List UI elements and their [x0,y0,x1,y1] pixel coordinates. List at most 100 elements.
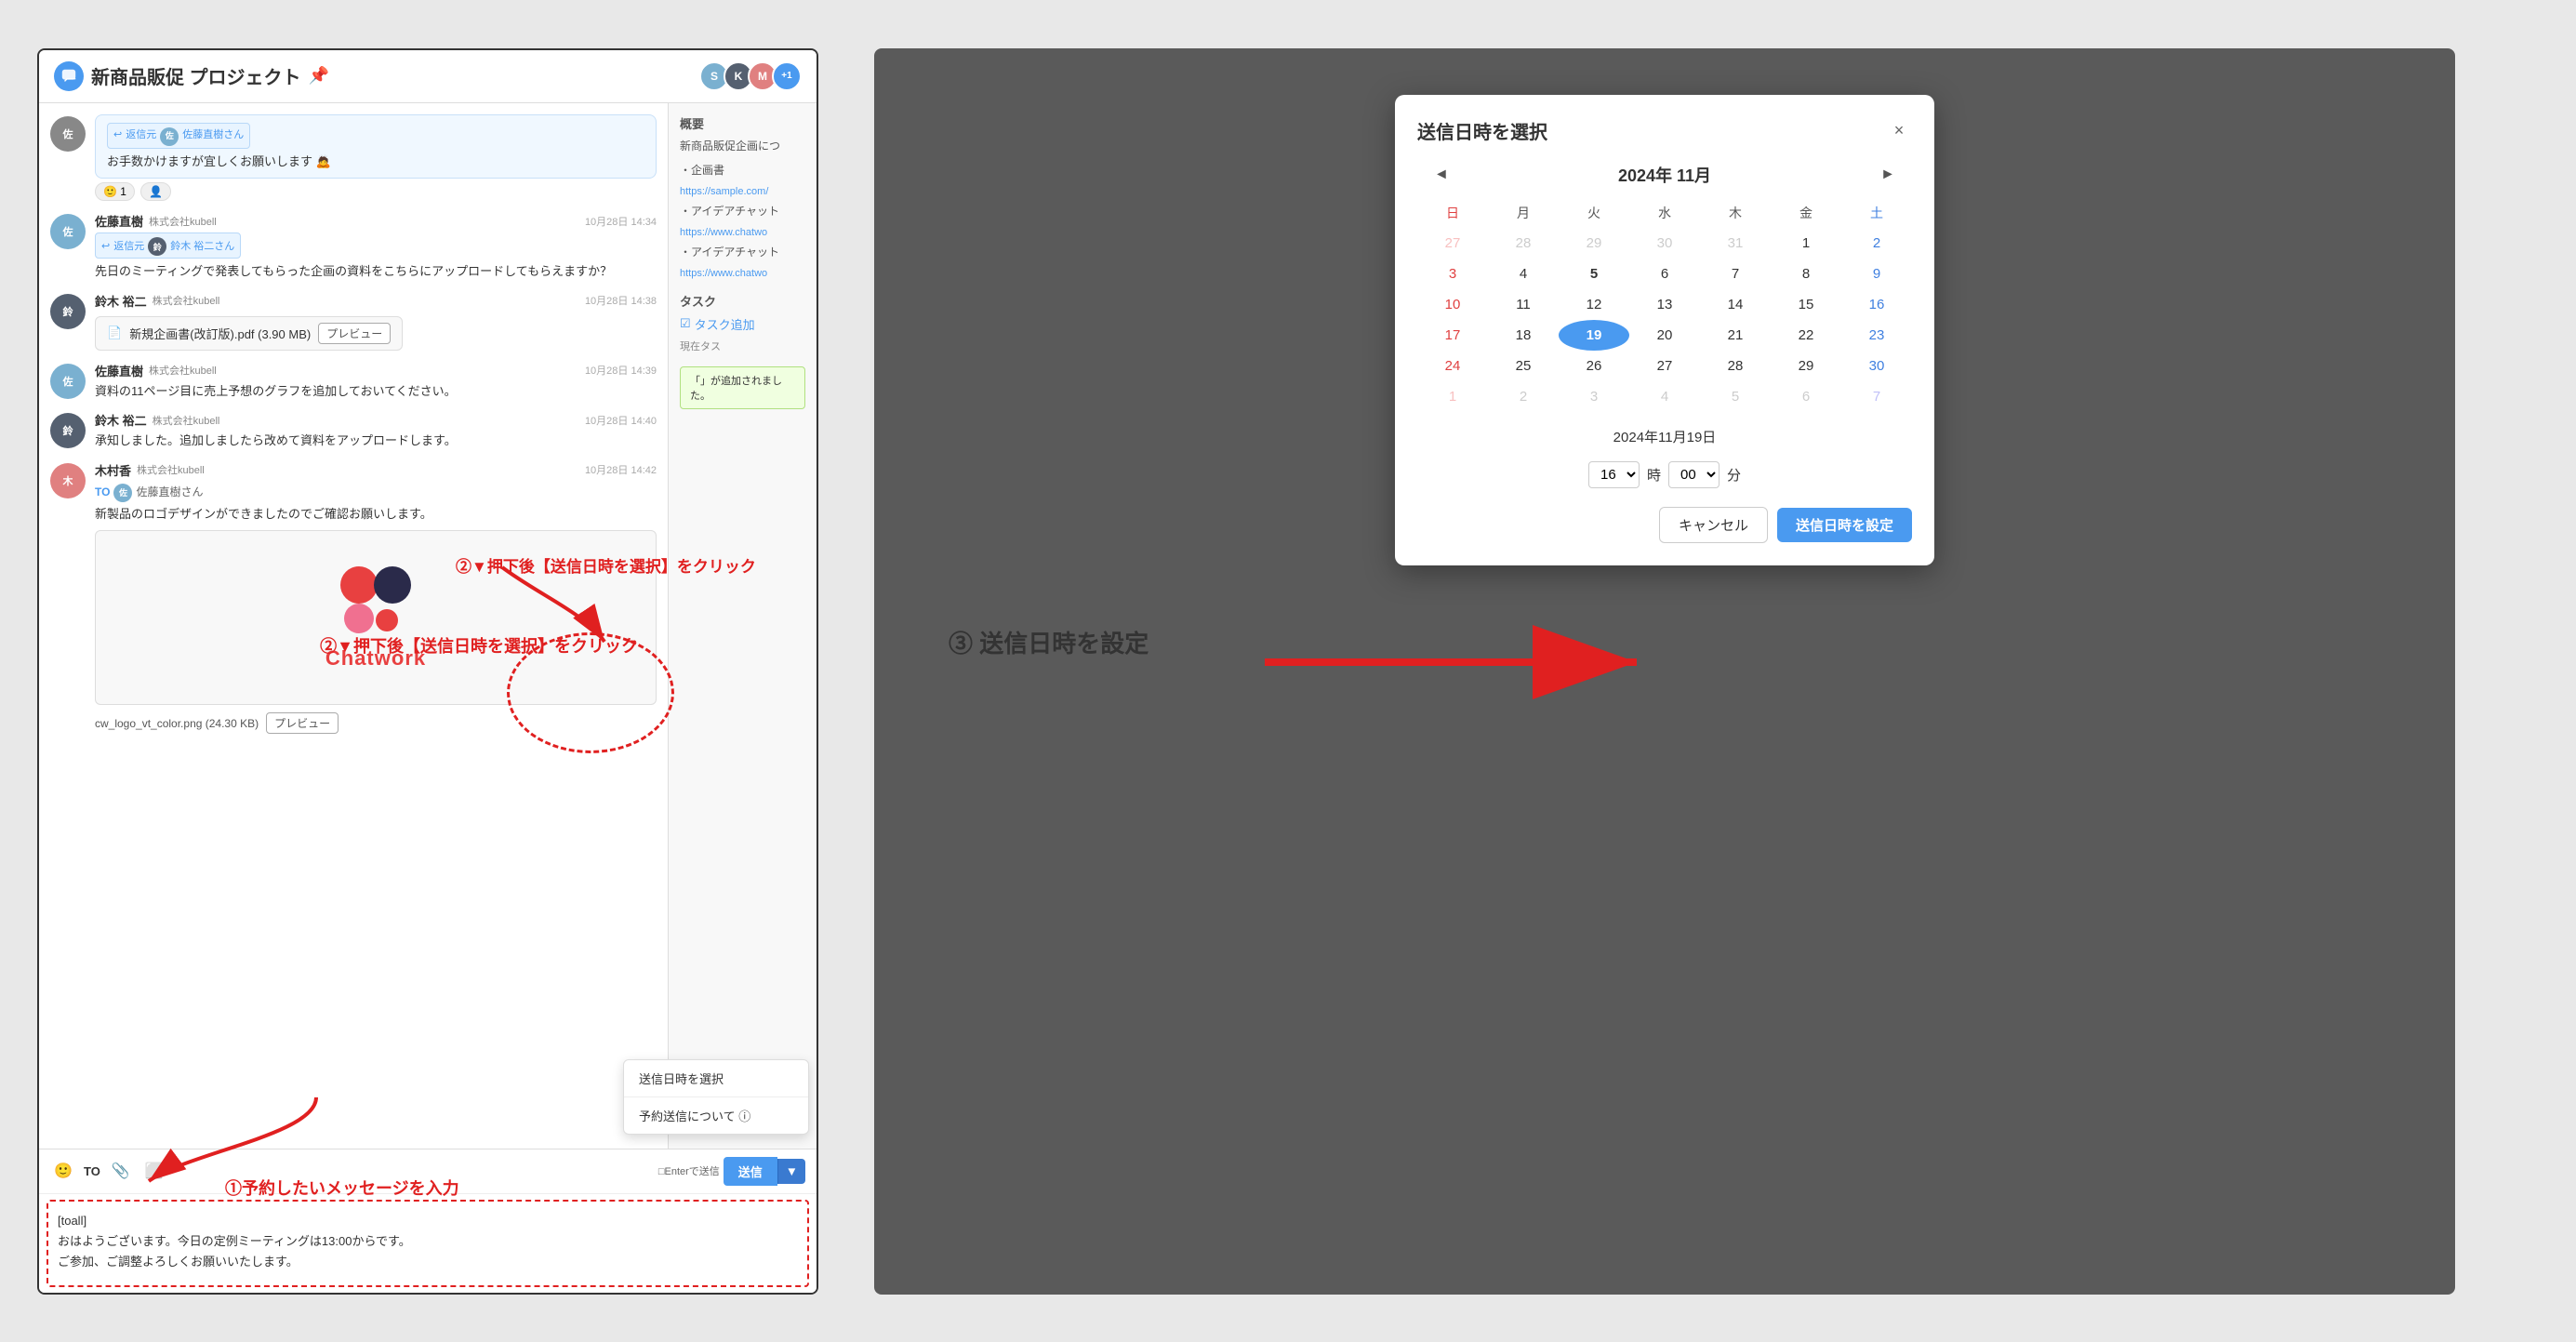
attachment-btn[interactable]: 📎 [108,1158,134,1184]
calendar-day[interactable]: 28 [1488,228,1559,259]
msg-time: 10月28日 14:38 [585,293,657,308]
msg-header: 佐藤直樹 株式会社kubell 10月28日 14:34 [95,212,657,230]
send-btn-group: □Enterで送信 送信 ▼ [658,1157,805,1186]
calendar-day[interactable]: 4 [1488,259,1559,289]
minute-select[interactable]: 00 [1668,461,1720,488]
calendar-day[interactable]: 29 [1559,228,1629,259]
calendar-day[interactable]: 6 [1771,381,1841,412]
emoji-btn[interactable]: 🙂 [50,1158,76,1184]
reaction-btn[interactable]: 🙂 1 [95,182,135,201]
sidebar-tasks: タスク ☑ タスク追加 現在タス [680,292,805,353]
msg-name: 佐藤直樹 [95,212,143,230]
calendar-day[interactable]: 14 [1700,289,1771,320]
reply-badge: ↩ 返信元 佐 佐藤直樹さん [107,123,250,149]
calendar-day[interactable]: 5 [1700,381,1771,412]
calendar-day[interactable]: 12 [1559,289,1629,320]
msg-content: 鈴木 裕二 株式会社kubell 10月28日 14:40 承知しました。追加し… [95,411,657,450]
calendar-day[interactable]: 4 [1629,381,1700,412]
calendar-day[interactable]: 7 [1841,381,1912,412]
calendar-day[interactable]: 7 [1700,259,1771,289]
calendar-day[interactable]: 9 [1841,259,1912,289]
calendar-day[interactable]: 1 [1417,381,1488,412]
reaction-bar: 🙂 1 👤 [95,182,657,201]
msg-name: 佐藤直樹 [95,362,143,379]
calendar-day[interactable]: 21 [1700,320,1771,351]
msg-bubble: ↩ 返信元 佐 佐藤直樹さん お手数かけますが宜しくお願いします 🙇 [95,114,657,179]
message-item: 鈴 鈴木 裕二 株式会社kubell 10月28日 14:40 承知しました。追… [50,411,657,450]
calendar-day[interactable]: 10 [1417,289,1488,320]
to-label: TO [95,485,110,498]
calendar-day[interactable]: 8 [1771,259,1841,289]
calendar-day[interactable]: 3 [1417,259,1488,289]
about-schedule-item[interactable]: 予約送信について ⓘ [624,1097,808,1134]
calendar-day[interactable]: 2 [1841,228,1912,259]
calendar-day[interactable]: 26 [1559,351,1629,381]
sidebar-idea-link2[interactable]: https://www.chatwo [680,268,805,279]
hour-select[interactable]: 16 [1588,461,1640,488]
message-with-avatar: 鈴 鈴木 裕二 株式会社kubell 10月28日 14:38 📄 新規企画書(… [50,292,657,351]
calendar-day[interactable]: 1 [1771,228,1841,259]
calendar-day[interactable]: 31 [1700,228,1771,259]
calendar-day[interactable]: 22 [1771,320,1841,351]
notification-bar: 「」が追加されました。 [680,366,805,409]
compose-text-area[interactable]: [toall] おはようございます。今日の定例ミーティングは13:00からです。… [48,1202,807,1285]
sidebar-idea-label2: ・アイデアチャット [680,244,805,260]
calendar-day[interactable]: 17 [1417,320,1488,351]
current-tasks-label: 現在タス [680,339,805,353]
message-item: 佐 佐藤直樹 株式会社kubell 10月28日 14:39 資料の11ページ目… [50,362,657,401]
sidebar-planning-link[interactable]: https://sample.com/ [680,186,805,197]
calendar-day[interactable]: 30 [1629,228,1700,259]
calendar-day[interactable]: 15 [1771,289,1841,320]
chat-messages: 佐 ↩ 返信元 佐 佐藤直樹さん お手数かけますが宜しくお願いします 🙇 [39,103,668,1149]
calendar-day[interactable]: 11 [1488,289,1559,320]
msg-name: 木村香 [95,461,131,479]
image-preview-area: Chatwork [95,530,657,705]
image-preview-btn[interactable]: プレビュー [266,712,339,734]
sidebar-task-title: タスク [680,292,805,310]
calendar-day[interactable]: 27 [1417,228,1488,259]
calendar-day[interactable]: 28 [1700,351,1771,381]
file-preview-btn[interactable]: プレビュー [318,323,391,344]
step3-annotation: ③ 送信日時を設定 [949,625,1149,659]
calendar-day[interactable]: 13 [1629,289,1700,320]
modal-close-btn[interactable]: × [1886,117,1912,143]
calendar-day[interactable]: 24 [1417,351,1488,381]
msg-text: お手数かけますが宜しくお願いします 🙇 [107,153,644,171]
calendar-day[interactable]: 20 [1629,320,1700,351]
next-month-btn[interactable]: ► [1873,163,1903,187]
schedule-send-item[interactable]: 送信日時を選択 [624,1060,808,1096]
msg-text: 先日のミーティングで発表してもらった企画の資料をこちらにアップロードしてもらえま… [95,262,657,281]
cancel-btn[interactable]: キャンセル [1659,507,1768,543]
calendar-day[interactable]: 6 [1629,259,1700,289]
send-dropdown-btn[interactable]: ▼ [777,1159,805,1184]
message-item: 木 木村香 株式会社kubell 10月28日 14:42 TO 佐 佐藤直樹さ… [50,461,657,735]
reaction-add[interactable]: 👤 [140,182,171,201]
weekday-sat: 土 [1841,198,1912,228]
msg-avatar: 佐 [50,214,86,249]
calendar-day[interactable]: 25 [1488,351,1559,381]
calendar-nav: ◄ 2024年 11月 ► [1417,163,1912,187]
format-btn[interactable]: ⬜ [141,1158,167,1184]
notification-text: 「」が追加されました。 [690,376,782,402]
send-btn[interactable]: 送信 [724,1157,777,1186]
calendar-day[interactable]: 30 [1841,351,1912,381]
message-with-avatar: 佐 佐藤直樹 株式会社kubell 10月28日 14:39 資料の11ページ目… [50,362,657,401]
calendar-day[interactable]: 16 [1841,289,1912,320]
calendar-day[interactable]: 29 [1771,351,1841,381]
set-time-btn[interactable]: 送信日時を設定 [1777,508,1912,542]
calendar-day[interactable]: 3 [1559,381,1629,412]
calendar-day[interactable]: 19 [1559,320,1629,351]
sidebar-idea-link1[interactable]: https://www.chatwo [680,227,805,238]
reply-label: 返信元 [126,127,156,143]
step2-annotation: ②▼押下後【送信日時を選択】をクリック [320,633,638,658]
task-add-btn[interactable]: ☑ タスク追加 [680,315,805,333]
calendar-day[interactable]: 18 [1488,320,1559,351]
message-with-avatar: 木 木村香 株式会社kubell 10月28日 14:42 TO 佐 佐藤直樹さ… [50,461,657,735]
msg-header: 鈴木 裕二 株式会社kubell 10月28日 14:38 [95,292,657,310]
prev-month-btn[interactable]: ◄ [1427,163,1456,187]
msg-content: 佐藤直樹 株式会社kubell 10月28日 14:34 ↩ 返信元 鈴 鈴木 … [95,212,657,281]
calendar-day[interactable]: 27 [1629,351,1700,381]
calendar-day[interactable]: 5 [1559,259,1629,289]
calendar-day[interactable]: 2 [1488,381,1559,412]
calendar-day[interactable]: 23 [1841,320,1912,351]
